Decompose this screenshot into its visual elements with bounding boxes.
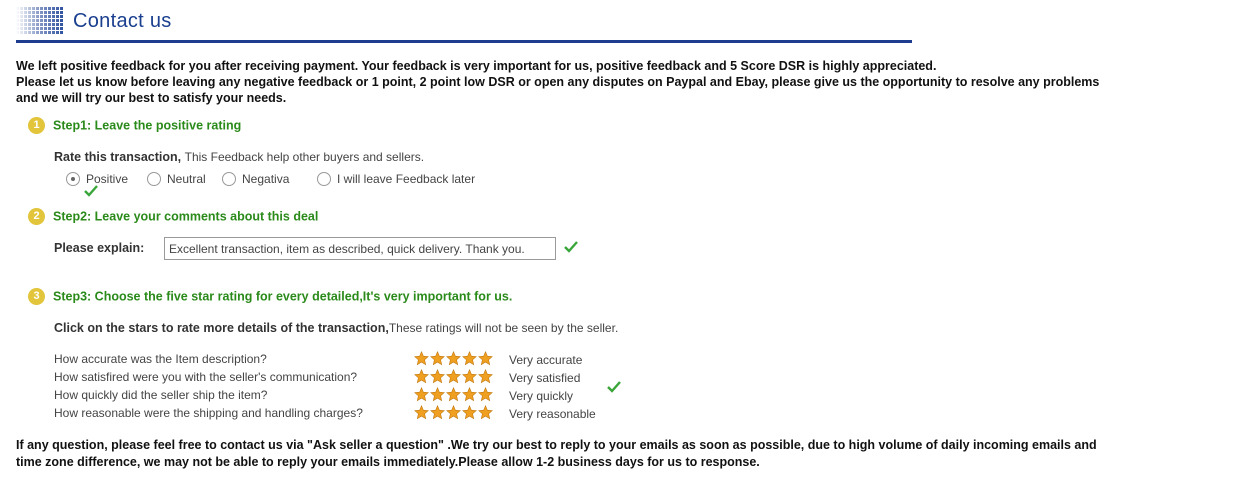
outro-line: time zone difference, we may not be able… [16, 455, 760, 469]
star-icon[interactable] [446, 405, 461, 420]
check-icon [607, 381, 621, 393]
rating-row: How quickly did the seller ship the item… [54, 387, 654, 405]
title-divider [16, 40, 912, 43]
star-icon[interactable] [478, 387, 493, 402]
star-icon[interactable] [462, 351, 477, 366]
radio-circle[interactable] [147, 171, 161, 186]
step1-heading: 1 Step1: Leave the positive rating [28, 117, 241, 134]
radio-label: Negativa [242, 171, 290, 186]
star-icon[interactable] [430, 351, 445, 366]
rating-answer: Very accurate [509, 353, 583, 367]
radio-circle[interactable] [317, 171, 331, 186]
step2-badge: 2 [28, 208, 45, 225]
rating-answer: Very reasonable [509, 407, 596, 421]
explain-label: Please explain: [54, 241, 145, 255]
rating-question: How accurate was the Item description? [54, 352, 267, 366]
intro-line: We left positive feedback for you after … [16, 59, 937, 73]
radio-neutral[interactable]: Neutral [147, 171, 206, 186]
star-icon[interactable] [462, 387, 477, 402]
radio-label: I will leave Feedback later [337, 171, 476, 186]
step1-badge: 1 [28, 117, 45, 134]
rating-question: How reasonable were the shipping and han… [54, 406, 363, 420]
star-icon[interactable] [446, 387, 461, 402]
step3-title: Step3: Choose the five star rating for e… [53, 289, 513, 304]
star-icon[interactable] [430, 405, 445, 420]
star-icon[interactable] [478, 351, 493, 366]
rating-answer: Very quickly [509, 389, 574, 403]
radio-later[interactable]: I will leave Feedback later [317, 171, 475, 186]
star-icon[interactable] [478, 405, 493, 420]
radio-negative[interactable]: Negativa [222, 171, 289, 186]
step1-title: Step1: Leave the positive rating [53, 118, 242, 133]
outro-line: If any question, please feel free to con… [16, 438, 1097, 452]
rating-row: How satisfired were you with the seller'… [54, 369, 654, 387]
star-icon[interactable] [478, 369, 493, 384]
rating-question: How satisfired were you with the seller'… [54, 370, 358, 384]
rate-sub: This Feedback help other buyers and sell… [184, 150, 425, 164]
star-rating[interactable] [414, 387, 494, 405]
star-icon[interactable] [430, 387, 445, 402]
intro-line: Please let us know before leaving any ne… [16, 75, 1100, 89]
radio-circle[interactable] [222, 171, 236, 186]
star-rating[interactable] [414, 351, 494, 369]
rating-answer: Very satisfied [509, 371, 581, 385]
rating-question: How quickly did the seller ship the item… [54, 388, 268, 402]
star-rating[interactable] [414, 369, 494, 387]
rating-row: How reasonable were the shipping and han… [54, 405, 654, 423]
star-icon[interactable] [414, 387, 429, 402]
click-label: Click on the stars to rate more details … [54, 321, 389, 335]
step2-heading: 2 Step2: Leave your comments about this d… [28, 208, 318, 225]
click-label-row: Click on the stars to rate more details … [54, 321, 618, 335]
check-icon [564, 241, 578, 253]
star-icon[interactable] [446, 369, 461, 384]
outro-text: If any question, please feel free to con… [16, 437, 1216, 471]
radio-circle-selected[interactable] [66, 171, 80, 186]
star-icon[interactable] [414, 351, 429, 366]
page-title: Contact us [73, 10, 172, 32]
radio-label: Neutral [167, 171, 206, 186]
star-icon[interactable] [430, 369, 445, 384]
star-icon[interactable] [414, 405, 429, 420]
star-icon[interactable] [414, 369, 429, 384]
star-icon[interactable] [446, 351, 461, 366]
rating-row: How accurate was the Item description? V… [54, 351, 654, 369]
step3-heading: 3 Step3: Choose the five star rating for … [28, 288, 512, 305]
header: Contact us [16, 4, 912, 44]
logo-grid-icon [16, 7, 64, 35]
check-icon [84, 185, 98, 197]
star-icon[interactable] [462, 369, 477, 384]
explain-label-row: Please explain: [54, 241, 144, 255]
rate-label-row: Rate this transaction, This Feedback hel… [54, 150, 424, 164]
click-sub: These ratings will not be seen by the se… [388, 321, 619, 335]
explain-input[interactable] [164, 237, 556, 260]
intro-text: We left positive feedback for you after … [16, 58, 1216, 106]
intro-line: and we will try our best to satisfy your… [16, 91, 287, 105]
step3-badge: 3 [28, 288, 45, 305]
rate-label: Rate this transaction, [54, 150, 182, 164]
star-icon[interactable] [462, 405, 477, 420]
step2-title: Step2: Leave your comments about this de… [53, 209, 319, 224]
star-rating[interactable] [414, 405, 494, 423]
